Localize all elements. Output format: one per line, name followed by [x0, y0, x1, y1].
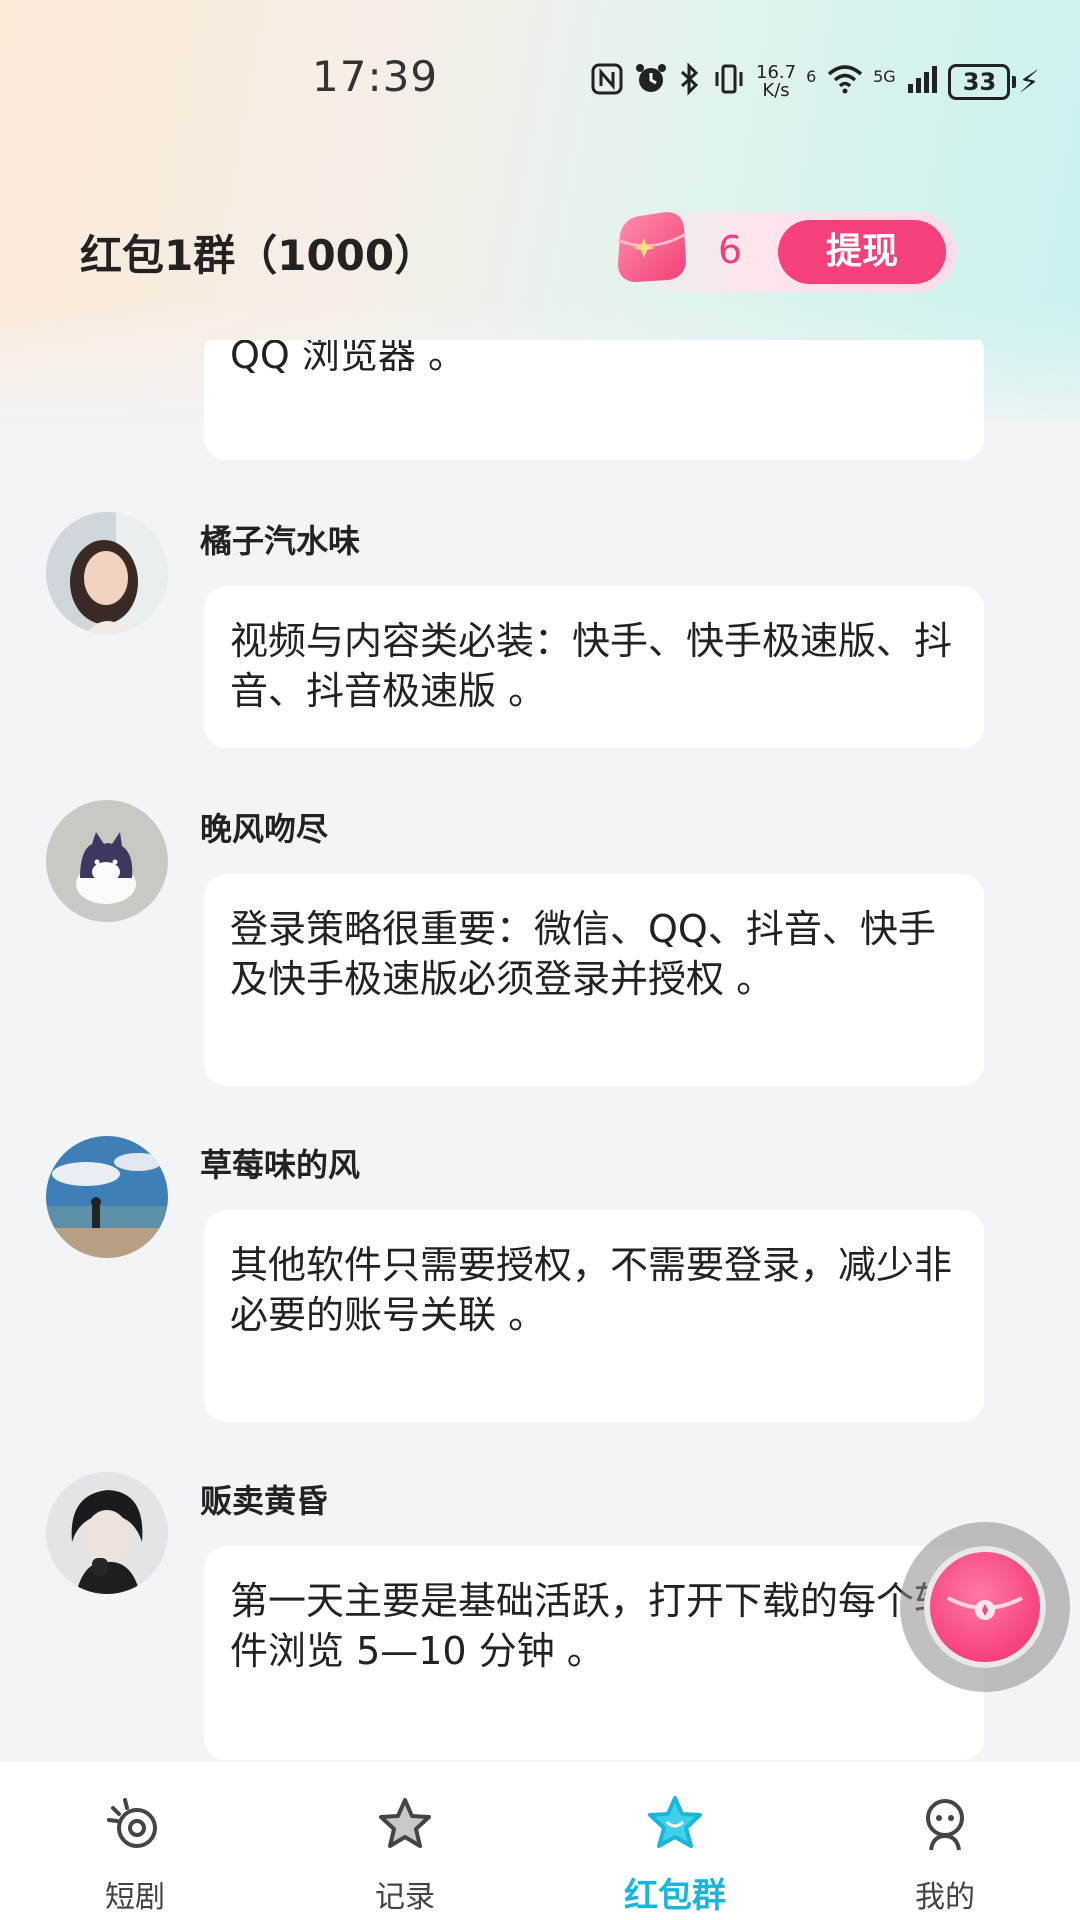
tab-record[interactable]: 记录 [305, 1762, 505, 1916]
speed-unit: K/s [762, 80, 790, 101]
sender-name: 贩卖黄昏 [200, 1482, 329, 1520]
alarm-icon [634, 62, 668, 102]
tab-red-packet-group[interactable]: 红包群 [575, 1762, 775, 1917]
battery-indicator: 33 ⚡ [948, 64, 1040, 100]
star-active-icon [645, 1794, 705, 1854]
charging-icon: ⚡ [1018, 64, 1040, 100]
message-bubble: 视频与内容类必装：快手、快手极速版、抖音、抖音极速版 。 [204, 586, 984, 748]
message-text: 第一天主要是基础活跃，打开下载的每个软件浏览 5—10 分钟 。 [230, 1579, 953, 1673]
tab-label: 我的 [915, 1880, 975, 1915]
avatar[interactable] [46, 800, 168, 922]
message-text: 视频与内容类必装：快手、快手极速版、抖音、抖音极速版 。 [230, 619, 953, 713]
status-bar: 17:39 16.7 K/s 6 5G 33 ⚡ [0, 0, 1080, 160]
message-text: 其他软件只需要授权，不需要登录，减少非必要的账号关联 。 [230, 1243, 953, 1337]
tab-label: 记录 [375, 1880, 435, 1915]
message-bubble: 其他软件只需要授权，不需要登录，减少非必要的账号关联 。 [204, 1210, 984, 1422]
battery-level: 33 [948, 64, 1011, 100]
nfc-icon [590, 62, 624, 102]
message-text: QQ 浏览器 。 [230, 340, 466, 377]
network-speed: 16.7 K/s [756, 64, 796, 100]
battery-cap [1012, 76, 1017, 88]
group-title: 红包1群（1000） [80, 231, 437, 280]
wifi-badge: 6 [806, 67, 817, 86]
tab-short-drama[interactable]: 短剧 [35, 1762, 235, 1916]
avatar[interactable] [46, 1136, 168, 1258]
wifi-icon: 6 [806, 64, 863, 100]
sender-name: 晚风吻尽 [200, 810, 329, 848]
short-drama-icon [105, 1794, 165, 1854]
withdraw-button[interactable]: 提现 [778, 220, 946, 284]
profile-icon [915, 1794, 975, 1854]
message-text: 登录策略很重要：微信、QQ、抖音、快手及快手极速版必须登录并授权 。 [230, 907, 936, 1001]
star-record-icon [375, 1794, 435, 1854]
avatar[interactable] [46, 1472, 168, 1594]
coin-count: 6 [718, 228, 743, 272]
sender-name: 橘子汽水味 [200, 522, 361, 560]
red-packet-float-icon [924, 1546, 1046, 1668]
sender-name: 草莓味的风 [200, 1146, 361, 1184]
signal-icon: 5G [873, 64, 938, 100]
bluetooth-icon [678, 62, 702, 102]
network-type: 5G [873, 67, 896, 86]
message-list-top-clip: QQ 浏览器 。 [0, 340, 1080, 470]
tab-mine[interactable]: 我的 [845, 1762, 1045, 1916]
tab-label: 短剧 [105, 1880, 165, 1915]
vibrate-icon [712, 62, 746, 102]
message-bubble: 登录策略很重要：微信、QQ、抖音、快手及快手极速版必须登录并授权 。 [204, 874, 984, 1086]
bottom-navigation: 短剧 记录 红包群 我的 [0, 1762, 1080, 1920]
red-packet-icon [610, 204, 694, 288]
status-icons: 16.7 K/s 6 5G 33 ⚡ [590, 58, 1040, 106]
avatar[interactable] [46, 512, 168, 634]
message-bubble: 第一天主要是基础活跃，打开下载的每个软件浏览 5—10 分钟 。 [204, 1546, 984, 1760]
message-bubble: QQ 浏览器 。 [204, 340, 984, 460]
tab-label: 红包群 [624, 1876, 726, 1916]
status-time: 17:39 [312, 52, 439, 101]
